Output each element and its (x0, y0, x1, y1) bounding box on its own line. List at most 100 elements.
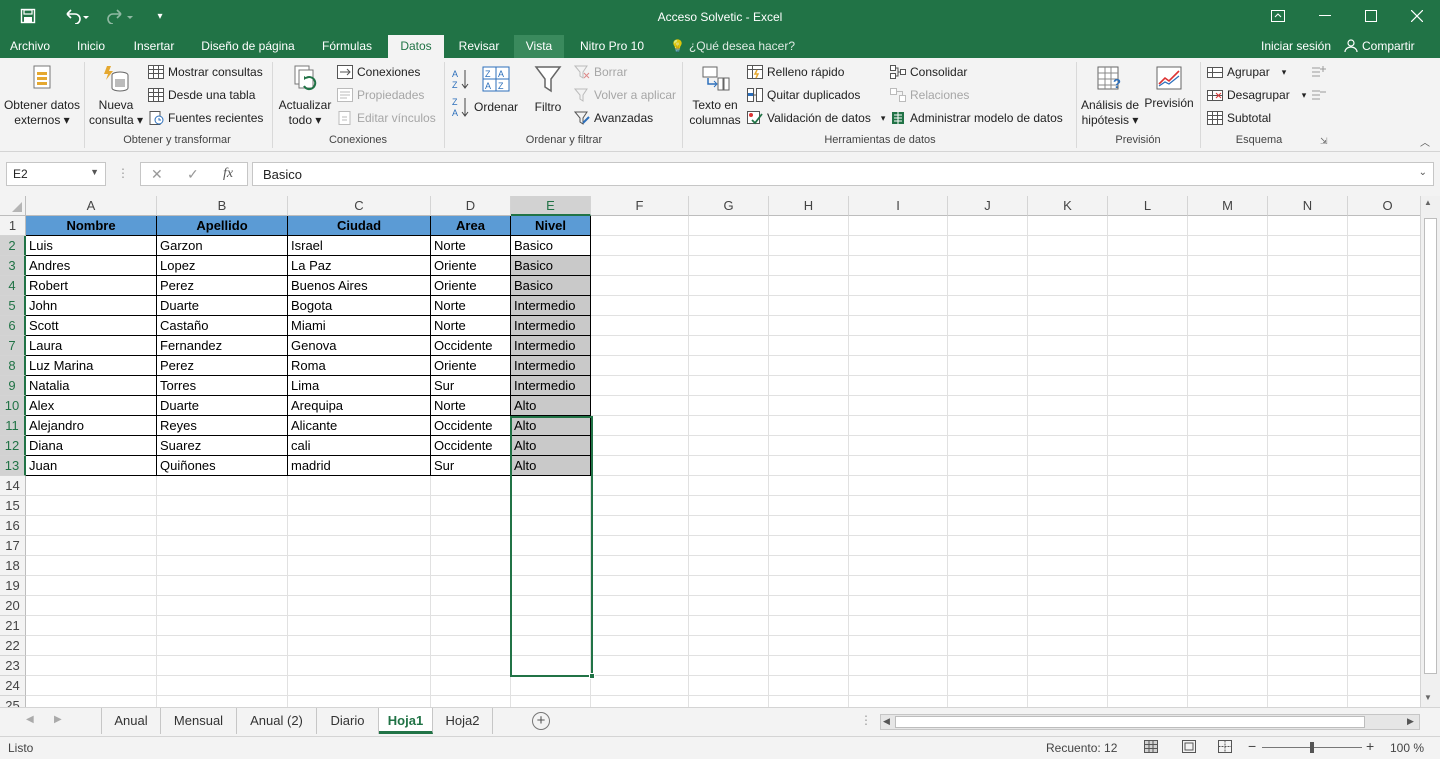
cell[interactable] (1348, 256, 1420, 276)
sheet-tab[interactable]: Hoja2 (433, 708, 493, 734)
consolidate-button[interactable]: Consolidar (890, 62, 967, 82)
next-sheet-icon[interactable]: ▶ (54, 714, 62, 725)
cell[interactable] (1348, 396, 1420, 416)
forecast-sheet-button[interactable]: Previsión (1142, 64, 1196, 111)
table-cell[interactable]: Genova (288, 336, 431, 356)
row-header-20[interactable]: 20 (0, 596, 26, 616)
cell[interactable] (1268, 536, 1348, 556)
row-header-25[interactable]: 25 (0, 696, 26, 707)
normal-view-icon[interactable] (1144, 740, 1158, 756)
cell[interactable] (849, 656, 948, 676)
properties-button[interactable]: Propiedades (337, 85, 424, 105)
cell[interactable] (1348, 476, 1420, 496)
cell[interactable] (1188, 456, 1268, 476)
cell[interactable] (1348, 376, 1420, 396)
cell[interactable] (1188, 216, 1268, 236)
cell[interactable] (1188, 416, 1268, 436)
table-cell[interactable]: La Paz (288, 256, 431, 276)
cell[interactable] (591, 316, 689, 336)
cell[interactable] (689, 276, 769, 296)
cell[interactable] (1028, 616, 1108, 636)
table-cell[interactable]: Israel (288, 236, 431, 256)
row-header-19[interactable]: 19 (0, 576, 26, 596)
cell[interactable] (157, 576, 288, 596)
table-header-cell[interactable]: Apellido (157, 216, 288, 236)
table-cell[interactable]: Quiñones (157, 456, 288, 476)
sign-in-link[interactable]: Iniciar sesión (1256, 35, 1336, 58)
new-query-button[interactable]: Nueva consulta ▾ (88, 64, 144, 128)
cell[interactable] (1348, 236, 1420, 256)
formula-input[interactable]: Basico ⌄ (252, 162, 1434, 186)
table-cell[interactable]: Buenos Aires (288, 276, 431, 296)
cell[interactable] (431, 536, 511, 556)
column-header-o[interactable]: O (1348, 196, 1420, 216)
cell[interactable] (689, 596, 769, 616)
column-header-b[interactable]: B (157, 196, 288, 216)
cell[interactable] (1028, 316, 1108, 336)
connections-button[interactable]: Conexiones (337, 62, 420, 82)
table-cell[interactable]: Diana (26, 436, 157, 456)
cell[interactable] (1188, 596, 1268, 616)
cell[interactable] (1268, 456, 1348, 476)
cell[interactable] (769, 696, 849, 707)
cell[interactable] (1108, 496, 1188, 516)
cell[interactable] (849, 416, 948, 436)
cell[interactable] (849, 516, 948, 536)
show-queries-button[interactable]: Mostrar consultas (148, 62, 263, 82)
cell[interactable] (948, 656, 1028, 676)
table-cell[interactable]: Garzon (157, 236, 288, 256)
cell[interactable] (1108, 456, 1188, 476)
cell[interactable] (849, 556, 948, 576)
cell[interactable] (769, 296, 849, 316)
text-to-columns-button[interactable]: Texto en columnas (686, 64, 744, 128)
manage-data-model-button[interactable]: Administrar modelo de datos (890, 108, 1063, 128)
table-cell[interactable]: Norte (431, 236, 511, 256)
column-header-h[interactable]: H (769, 196, 849, 216)
cell[interactable] (1268, 556, 1348, 576)
cell[interactable] (1108, 656, 1188, 676)
table-cell[interactable]: Intermedio (511, 376, 591, 396)
cell[interactable] (948, 516, 1028, 536)
table-header-cell[interactable]: Nivel (511, 216, 591, 236)
maximize-icon[interactable] (1348, 0, 1394, 32)
cell[interactable] (689, 436, 769, 456)
remove-duplicates-button[interactable]: Quitar duplicados (747, 85, 860, 105)
table-cell[interactable]: Scott (26, 316, 157, 336)
cell[interactable] (157, 696, 288, 707)
cell[interactable] (1348, 556, 1420, 576)
cell[interactable] (591, 496, 689, 516)
table-cell[interactable]: cali (288, 436, 431, 456)
cell[interactable] (1348, 536, 1420, 556)
row-header-8[interactable]: 8 (0, 356, 26, 376)
cell[interactable] (1268, 356, 1348, 376)
cell[interactable] (1028, 356, 1108, 376)
cell[interactable] (1188, 536, 1268, 556)
table-cell[interactable]: John (26, 296, 157, 316)
cell[interactable] (689, 216, 769, 236)
row-header-24[interactable]: 24 (0, 676, 26, 696)
cell[interactable] (1348, 336, 1420, 356)
cell[interactable] (157, 616, 288, 636)
cell[interactable] (1028, 596, 1108, 616)
cell[interactable] (1268, 636, 1348, 656)
table-header-cell[interactable]: Ciudad (288, 216, 431, 236)
row-header-18[interactable]: 18 (0, 556, 26, 576)
cell[interactable] (26, 676, 157, 696)
table-cell[interactable]: Norte (431, 316, 511, 336)
column-header-c[interactable]: C (288, 196, 431, 216)
horizontal-scrollbar[interactable]: ◀ ▶ (880, 714, 1420, 730)
table-cell[interactable]: Alto (511, 396, 591, 416)
cell[interactable] (1268, 476, 1348, 496)
cell[interactable] (1108, 616, 1188, 636)
cell[interactable] (1028, 636, 1108, 656)
table-cell[interactable]: Juan (26, 456, 157, 476)
cell[interactable] (849, 296, 948, 316)
cell[interactable] (1188, 236, 1268, 256)
from-table-button[interactable]: Desde una tabla (148, 85, 255, 105)
cell[interactable] (431, 656, 511, 676)
cell[interactable] (1028, 656, 1108, 676)
cell[interactable] (769, 356, 849, 376)
share-button[interactable]: Compartir (1344, 35, 1430, 58)
row-header-12[interactable]: 12 (0, 436, 26, 456)
cell[interactable] (591, 456, 689, 476)
